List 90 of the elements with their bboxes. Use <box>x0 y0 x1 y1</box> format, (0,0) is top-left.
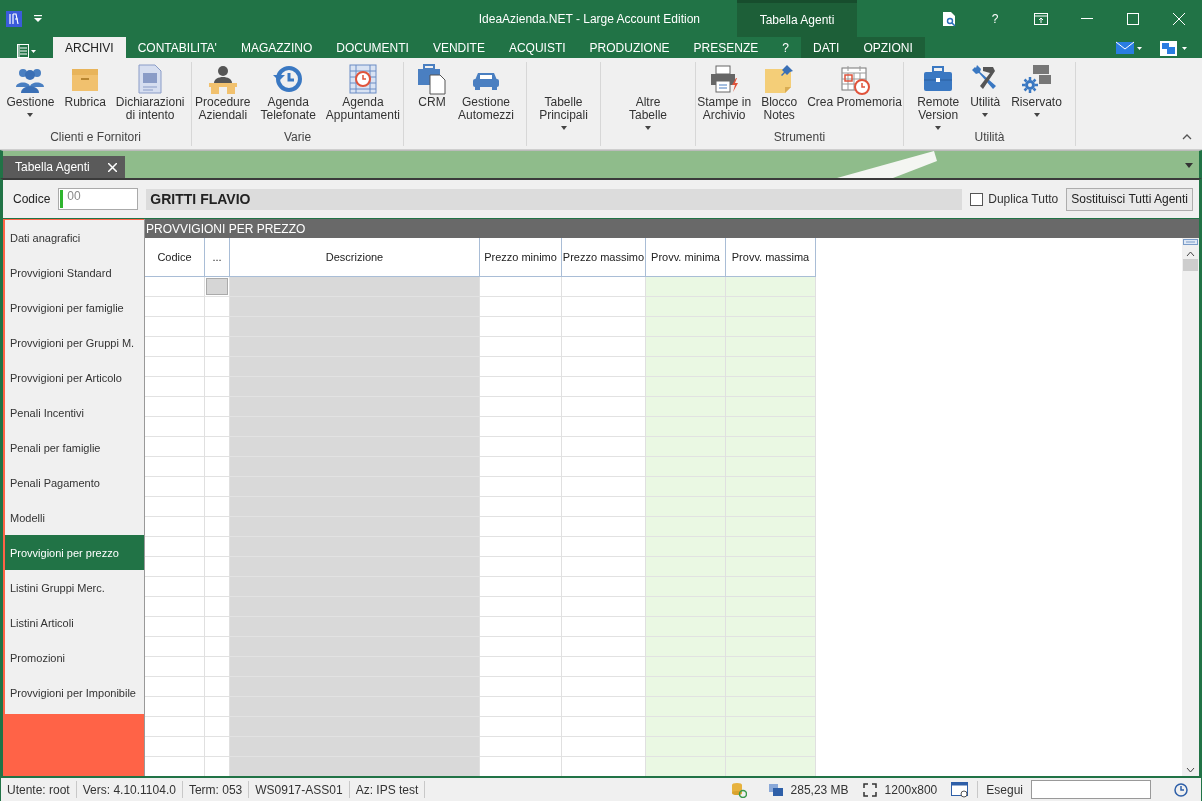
sidebar-item[interactable]: Dati anagrafici <box>5 220 144 255</box>
calendar-clock-icon <box>838 63 871 95</box>
sidebar-item[interactable]: Listini Articoli <box>5 605 144 640</box>
ribbon-group-label: Varie <box>283 130 312 144</box>
servers-gear-icon <box>1020 63 1053 95</box>
ribbon-tab[interactable]: ARCHIVI <box>53 37 126 58</box>
sidebar-item[interactable]: Promozioni <box>5 640 144 675</box>
checkbox[interactable] <box>970 192 984 206</box>
sidebar-item[interactable]: Provvigioni per Imponibile <box>5 675 144 710</box>
scroll-down-icon[interactable] <box>1186 767 1195 773</box>
status-item: Utente: root <box>1 781 77 798</box>
ribbon-tab[interactable]: MAGAZZINO <box>228 37 325 58</box>
ribbon-button[interactable]: Procedure Aziendali <box>191 62 255 130</box>
history-clock-icon <box>272 63 305 95</box>
ribbon-button[interactable]: Rubrica <box>60 62 110 130</box>
sidebar-item[interactable]: Provvigioni per Articolo <box>5 360 144 395</box>
ribbon-button[interactable]: Dichiarazioni di intento <box>111 62 189 130</box>
ribbon-tab[interactable]: VENDITE <box>420 37 497 58</box>
status-item: Vers: 4.10.1104.0 <box>76 781 183 798</box>
window-layout-icon[interactable] <box>1160 39 1188 56</box>
mail-icon[interactable] <box>1116 40 1142 55</box>
ribbon-tab[interactable]: PRODUZIONE <box>577 37 682 58</box>
fullscreen-icon[interactable] <box>862 782 877 797</box>
document-tab[interactable]: Tabella Agenti <box>3 156 125 178</box>
scroll-up-icon[interactable] <box>1186 251 1195 257</box>
sidebar-item[interactable]: Penali Incentivi <box>5 395 144 430</box>
ribbon-button[interactable]: Altre Tabelle <box>625 62 671 130</box>
ribbon-button[interactable]: Stampe in Archivio <box>693 62 756 130</box>
ribbon-button[interactable]: Agenda Telefonate <box>256 62 320 130</box>
ribbon-tab[interactable]: ? <box>770 37 801 58</box>
close-icon[interactable] <box>107 162 117 172</box>
sidebar-item[interactable]: Modelli <box>5 500 144 535</box>
scroll-thumb[interactable] <box>1183 259 1198 271</box>
ribbon-group-label: Utilità <box>974 130 1005 144</box>
sidebar-item[interactable]: Provvigioni per prezzo <box>5 535 144 570</box>
screen-resolution: 1200x800 <box>884 782 938 797</box>
replace-all-button[interactable]: Sostituisci Tutti Agenti <box>1066 187 1193 211</box>
database-sync-icon <box>730 781 747 798</box>
ribbon-tab[interactable]: ACQUISTI <box>496 37 578 58</box>
quick-access-menu-icon[interactable] <box>34 15 42 22</box>
app-logo-icon[interactable] <box>6 10 22 27</box>
memory-icon <box>768 783 783 796</box>
ribbon-button[interactable]: Utilità <box>965 62 1006 130</box>
code-field[interactable]: 00 <box>58 188 139 210</box>
context-group-title: Tabella Agenti <box>759 13 835 27</box>
ribbon-button[interactable]: CRM <box>412 62 452 130</box>
ribbon-button[interactable]: Riservato <box>1007 62 1066 130</box>
ribbon-tab[interactable]: PRESENZE <box>681 37 771 58</box>
sidebar-item[interactable]: Provvigioni Standard <box>5 255 144 290</box>
scrollbar[interactable] <box>1182 238 1199 776</box>
sidebar-item[interactable]: Penali Pagamento <box>5 465 144 500</box>
run-command-field[interactable] <box>1031 780 1151 799</box>
agent-name-field: GRITTI FLAVIO <box>146 188 963 210</box>
run-label: Esegui <box>986 782 1023 797</box>
ribbon-button[interactable]: Tabelle Principali <box>535 62 592 130</box>
sticky-note-icon <box>763 63 796 95</box>
status-item: Term: 053 <box>182 781 250 798</box>
clock-refresh-icon[interactable] <box>1173 781 1189 798</box>
ribbon-button[interactable]: Gestione Automezzi <box>454 62 518 130</box>
sidebar-item[interactable]: Provvigioni per famiglie <box>5 290 144 325</box>
calendar-clock-icon <box>346 63 379 95</box>
help-button[interactable]: ? <box>972 2 1018 35</box>
ribbon-group-label: Strumenti <box>773 130 826 144</box>
status-item: Az: IPS test <box>349 781 426 798</box>
ribbon-button[interactable]: Remote Version <box>913 62 964 130</box>
sidebar-item[interactable]: Penali per famiglie <box>5 430 144 465</box>
ribbon-button[interactable]: Agenda Appuntamenti <box>321 62 404 130</box>
file-menu-icon[interactable] <box>17 44 37 58</box>
sidebar-item[interactable]: Provvigioni per Gruppi M. <box>5 325 144 360</box>
grid-title: PROVVIGIONI PER PREZZO <box>145 219 1199 238</box>
ribbon-group-label: Clienti e Fornitori <box>50 130 141 144</box>
ribbon-tab[interactable]: OPZIONI <box>851 37 925 58</box>
window-title: IdeaAzienda.NET - Large Account Edition <box>478 11 700 26</box>
status-item: WS0917-ASS01 <box>249 781 350 798</box>
ribbon-tab[interactable]: CONTABILITA' <box>125 37 229 58</box>
code-label: Codice <box>13 192 51 206</box>
checkbox-label: Duplica Tutto <box>988 192 1059 206</box>
scroll-grip-icon[interactable] <box>1183 239 1198 245</box>
memory-usage: 285,23 MB <box>790 782 849 797</box>
printer-icon <box>708 63 741 95</box>
ribbon-button[interactable]: Blocco Notes <box>757 62 802 130</box>
sidebar-item[interactable]: Listini Gruppi Merc. <box>5 570 144 605</box>
ribbon-button[interactable]: Gestione <box>2 62 59 130</box>
ribbon-tab[interactable]: DOCUMENTI <box>324 37 421 58</box>
briefcase-document-icon <box>416 63 448 95</box>
ribbon-tab[interactable]: DATI <box>801 37 852 58</box>
window-preview-icon[interactable] <box>951 781 970 798</box>
ribbon-button[interactable]: Crea Promemoria <box>803 62 906 130</box>
person-at-desk-icon <box>206 63 239 95</box>
tab-list-dropdown-icon[interactable] <box>1185 163 1193 168</box>
